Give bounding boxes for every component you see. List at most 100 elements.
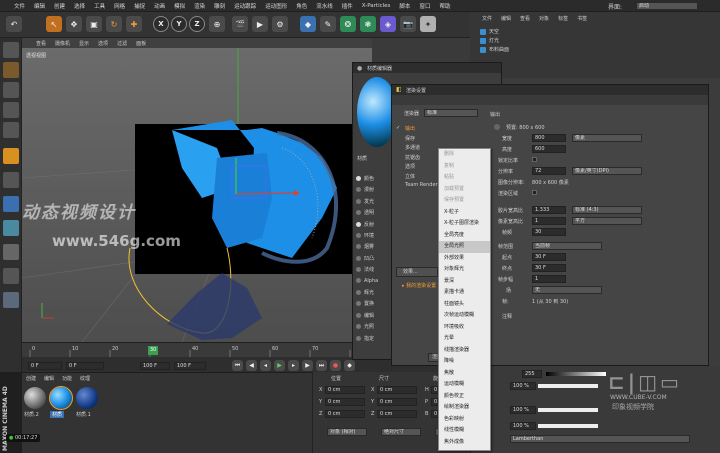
texture-mode-icon[interactable]	[3, 62, 19, 78]
layout-dropdown[interactable]: 启动	[636, 2, 698, 10]
context-menu-item[interactable]: 运动模糊	[439, 379, 490, 391]
next-frame-icon[interactable]: ▸	[288, 360, 299, 371]
material-menu-item[interactable]: 纹理	[80, 375, 90, 382]
channel-toggle-icon[interactable]	[356, 290, 361, 295]
min-frame-field[interactable]: 0 F	[66, 362, 104, 370]
magnet-icon[interactable]	[3, 244, 19, 260]
effects-button[interactable]: 效果...	[396, 267, 438, 277]
channel-toggle-icon[interactable]	[356, 221, 361, 227]
material-menu-item[interactable]: 功能	[62, 375, 72, 382]
fps-field[interactable]: 30	[532, 228, 566, 236]
coord-system-icon[interactable]: ⊕	[209, 16, 225, 32]
object-row[interactable]: 布料曲面	[480, 46, 509, 53]
renderer-dropdown[interactable]: 标准	[424, 109, 478, 117]
end-field[interactable]: 30 F	[532, 264, 566, 272]
unchecked-box-icon[interactable]	[396, 164, 401, 169]
material-channel-row[interactable]: 颜色	[356, 175, 374, 182]
size-mode-dropdown[interactable]: 绝对尺寸	[381, 428, 421, 436]
menu-item[interactable]: 文件	[14, 2, 25, 10]
record-icon[interactable]: ●	[330, 360, 341, 371]
attr-value-255[interactable]: 255	[522, 370, 542, 378]
render-region-checkbox[interactable]	[532, 190, 537, 195]
film-aspect-dropdown[interactable]: 标准 (4:3)	[572, 206, 642, 214]
viewport-menu-item[interactable]: 过滤	[117, 40, 127, 47]
select-icon[interactable]: ↖	[46, 16, 62, 32]
material-channel-row[interactable]: 烟雾	[356, 243, 374, 250]
context-menu-item[interactable]: 全局亮度	[439, 230, 490, 242]
material-editor-titlebar[interactable]: ● 材质编辑器	[353, 63, 501, 73]
context-menu-item[interactable]: 绘制渲染器	[439, 402, 490, 414]
context-menu-item[interactable]: 色彩映射	[439, 414, 490, 426]
context-menu-item[interactable]: 降噪	[439, 356, 490, 368]
attr-slider-1[interactable]	[538, 384, 598, 388]
menu-item[interactable]: 流水线	[316, 2, 333, 10]
pixel-aspect-dropdown[interactable]: 平方	[572, 217, 642, 225]
preset-toggle-icon[interactable]	[494, 124, 500, 130]
render-nav-item[interactable]: 抗锯齿	[396, 154, 420, 161]
snap-icon[interactable]	[3, 148, 19, 164]
channel-toggle-icon[interactable]	[356, 301, 361, 307]
render-nav-item[interactable]: ✓ 输出	[396, 125, 415, 133]
material-channel-row[interactable]: 编辑	[356, 312, 374, 319]
frame-range-dropdown[interactable]: 当前帧	[532, 242, 602, 250]
menu-item[interactable]: 动画	[154, 2, 165, 10]
render-region-icon[interactable]: 🎬	[232, 16, 248, 32]
channel-toggle-icon[interactable]	[356, 244, 361, 250]
material-menu-item[interactable]: 创建	[26, 375, 36, 382]
resolution-field[interactable]: 72	[532, 167, 566, 175]
render-nav-item[interactable]: Team Render	[396, 182, 438, 188]
render-view-icon[interactable]: ▶	[252, 16, 268, 32]
polygons-mode-icon[interactable]	[3, 122, 19, 138]
object-menu-item[interactable]: 标签	[558, 15, 568, 22]
render-nav-item[interactable]: 选项	[396, 163, 415, 170]
context-menu-item[interactable]: 粘贴	[439, 172, 490, 184]
subdivision-icon[interactable]: ❂	[340, 16, 356, 32]
menu-item[interactable]: 渲染	[194, 2, 205, 10]
material-channel-row[interactable]: 凹凸	[356, 255, 374, 262]
axis-z-button[interactable]: Z	[189, 16, 205, 32]
context-menu-item[interactable]: 环境吸收	[439, 322, 490, 334]
menu-item[interactable]: X-Particles	[362, 3, 391, 9]
menu-item[interactable]: 插件	[342, 2, 353, 10]
rotate-icon[interactable]: ↻	[106, 16, 122, 32]
material-channel-row[interactable]: 透明	[356, 209, 374, 216]
context-menu-item[interactable]: 光晕	[439, 333, 490, 345]
width-unit-dropdown[interactable]: 像素	[572, 134, 642, 142]
context-menu-item[interactable]: 删除	[439, 149, 490, 161]
cube-icon[interactable]: ◆	[300, 16, 316, 32]
undo-icon[interactable]: ↶	[6, 16, 22, 32]
attr-slider-2[interactable]	[538, 408, 598, 412]
context-menu-item[interactable]: 外部效果	[439, 253, 490, 265]
start-field[interactable]: 30 F	[532, 253, 566, 261]
attr-pct-2[interactable]: 100 %	[510, 406, 536, 414]
material-ball-1[interactable]	[49, 386, 73, 410]
axis-y-button[interactable]: Y	[171, 16, 187, 32]
material-channel-row[interactable]: 漫射	[356, 186, 374, 193]
unchecked-box-icon[interactable]	[396, 145, 401, 150]
render-settings-icon[interactable]: ⚙	[272, 16, 288, 32]
material-channel-row[interactable]: 光照	[356, 323, 374, 330]
menu-item[interactable]: 捕捉	[134, 2, 145, 10]
object-row[interactable]: 灯光	[480, 37, 499, 44]
material-ball-0[interactable]	[24, 387, 46, 409]
paint-icon[interactable]	[3, 292, 19, 308]
channel-toggle-icon[interactable]	[356, 198, 361, 204]
menu-item[interactable]: 脚本	[399, 2, 410, 10]
menu-item[interactable]: 雕刻	[214, 2, 225, 10]
end-frame-field[interactable]: 100 F	[140, 362, 170, 370]
menu-item[interactable]: 选择	[74, 2, 85, 10]
material-channel-row[interactable]: Alpha	[356, 278, 378, 284]
attr-pct-3[interactable]: 100 %	[510, 422, 536, 430]
coord-mode-dropdown[interactable]: 对象 (相对)	[327, 428, 367, 436]
grid-icon[interactable]	[3, 268, 19, 284]
deformer-icon[interactable]: ◈	[380, 16, 396, 32]
object-menu-item[interactable]: 编辑	[501, 15, 511, 22]
field-dropdown[interactable]: 无	[532, 286, 602, 294]
keyframe-icon[interactable]: ◆	[344, 360, 355, 371]
material-channel-row[interactable]: 发光	[356, 198, 374, 205]
material-channel-row[interactable]: 指定	[356, 335, 374, 342]
menu-item[interactable]: 模拟	[174, 2, 185, 10]
film-aspect-field[interactable]: 1.333	[532, 206, 566, 214]
attr-slider-3[interactable]	[538, 424, 598, 428]
render-nav-item[interactable]: 保存	[396, 135, 415, 142]
